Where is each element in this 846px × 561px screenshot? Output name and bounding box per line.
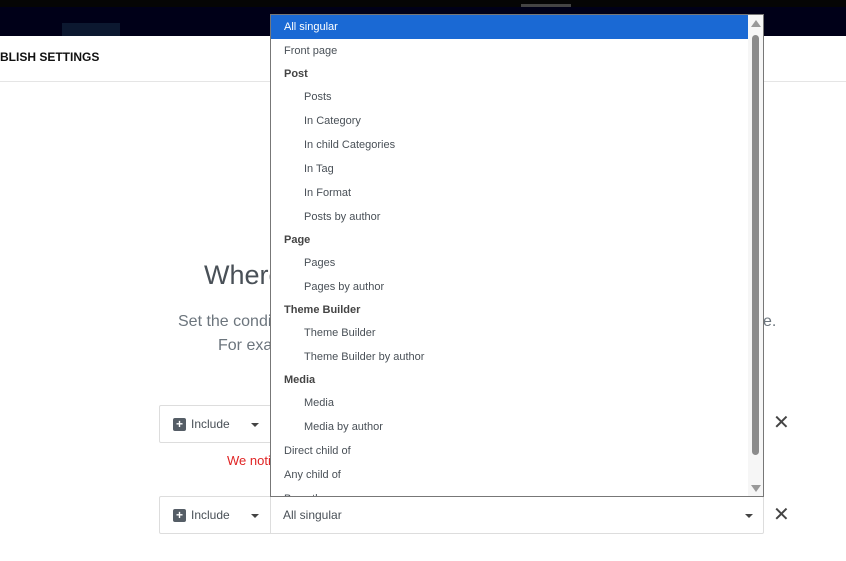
drag-handle[interactable] [521,4,571,7]
scrollbar-thumb[interactable] [752,35,759,455]
include-label: Include [191,417,230,431]
option-group-label: Theme Builder [284,304,361,316]
condition-dropdown-list[interactable]: All singular Front page Post Posts In Catego… [270,14,764,497]
caret-down-icon [251,423,259,427]
dropdown-option[interactable]: Front page [271,39,763,63]
dropdown-option[interactable]: Pages by author [271,275,763,299]
plus-icon: + [173,417,186,431]
scrollbar[interactable] [748,15,763,496]
option-group-label: Page [284,234,311,246]
subtitle-right: e. [763,313,777,330]
dropdown-option[interactable]: In child Categories [271,133,763,157]
subtitle-line2: For exa [218,337,273,354]
option-group-label: Media [284,374,316,386]
dropdown-option[interactable]: Theme Builder by author [271,345,763,369]
dropdown-option[interactable]: Theme Builder [271,321,763,345]
include-select[interactable]: + Include [160,497,271,533]
warning-text: We noti [227,453,271,468]
dropdown-option[interactable]: In Format [271,181,763,205]
dropdown-option[interactable]: In Category [271,109,763,133]
dropdown-option[interactable]: Media [271,391,763,415]
scroll-up-arrow-icon[interactable] [751,20,761,27]
dropdown-option[interactable]: Posts [271,85,763,109]
subtitle-left: Set the condi [178,313,272,330]
panel-title: BLISH SETTINGS [0,50,100,64]
dropdown-option[interactable]: By author [271,487,763,496]
caret-down-icon [251,514,259,518]
dropdown-option[interactable]: Media by author [271,415,763,439]
top-strip [0,0,846,7]
plus-icon: + [173,508,186,522]
dropdown-option[interactable]: Direct child of [271,439,763,463]
option-group-label: Post [284,68,308,80]
dropdown-option[interactable]: Pages [271,251,763,275]
remove-condition-2-button[interactable]: ✕ [773,502,790,527]
dropdown-option[interactable]: Posts by author [271,205,763,229]
caret-down-icon [745,514,753,518]
remove-condition-1-button[interactable]: ✕ [773,410,790,435]
condition-row-2: + Include All singular [159,496,764,534]
dropdown-option[interactable]: In Tag [271,157,763,181]
include-label: Include [191,508,230,522]
include-select[interactable]: + Include [160,406,271,442]
dropdown-option[interactable]: All singular [271,15,763,39]
preview-thumbnail [62,23,120,36]
scroll-down-arrow-icon[interactable] [751,485,761,492]
condition-value: All singular [283,508,342,522]
dropdown-option[interactable]: Any child of [271,463,763,487]
condition-select[interactable]: All singular [283,497,342,533]
